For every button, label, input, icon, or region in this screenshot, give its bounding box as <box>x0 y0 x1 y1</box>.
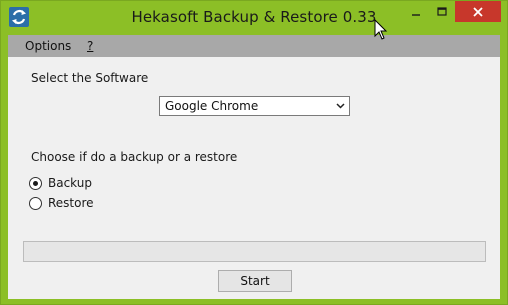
software-label: Select the Software <box>31 71 149 85</box>
menu-item-help[interactable]: ? <box>87 39 93 53</box>
maximize-button[interactable] <box>429 1 455 22</box>
close-button[interactable] <box>455 1 501 22</box>
app-window: Hekasoft Backup & Restore 0.33 Options ?… <box>0 0 508 305</box>
backup-radio-label[interactable]: Backup <box>48 176 92 190</box>
software-dropdown-value: Google Chrome <box>165 99 259 113</box>
minimize-icon <box>412 13 420 16</box>
software-dropdown[interactable]: Google Chrome <box>159 96 350 116</box>
start-button[interactable]: Start <box>218 270 292 292</box>
mouse-cursor-icon <box>374 19 388 40</box>
maximize-icon <box>437 6 447 16</box>
progress-bar <box>23 241 486 262</box>
main-panel: Select the Software Google Chrome Choose… <box>8 57 500 299</box>
radio-selected-dot <box>33 181 38 186</box>
mode-label: Choose if do a backup or a restore <box>31 150 238 164</box>
menu-bar: Options ? <box>8 35 500 57</box>
radio-button[interactable] <box>29 177 42 190</box>
menu-item-options[interactable]: Options <box>25 39 71 53</box>
restore-radio-label[interactable]: Restore <box>48 196 94 210</box>
minimize-button[interactable] <box>403 1 429 22</box>
close-icon <box>473 6 483 17</box>
chevron-down-icon <box>336 103 345 109</box>
radio-button[interactable] <box>29 197 42 210</box>
title-bar[interactable]: Hekasoft Backup & Restore 0.33 <box>1 1 507 35</box>
